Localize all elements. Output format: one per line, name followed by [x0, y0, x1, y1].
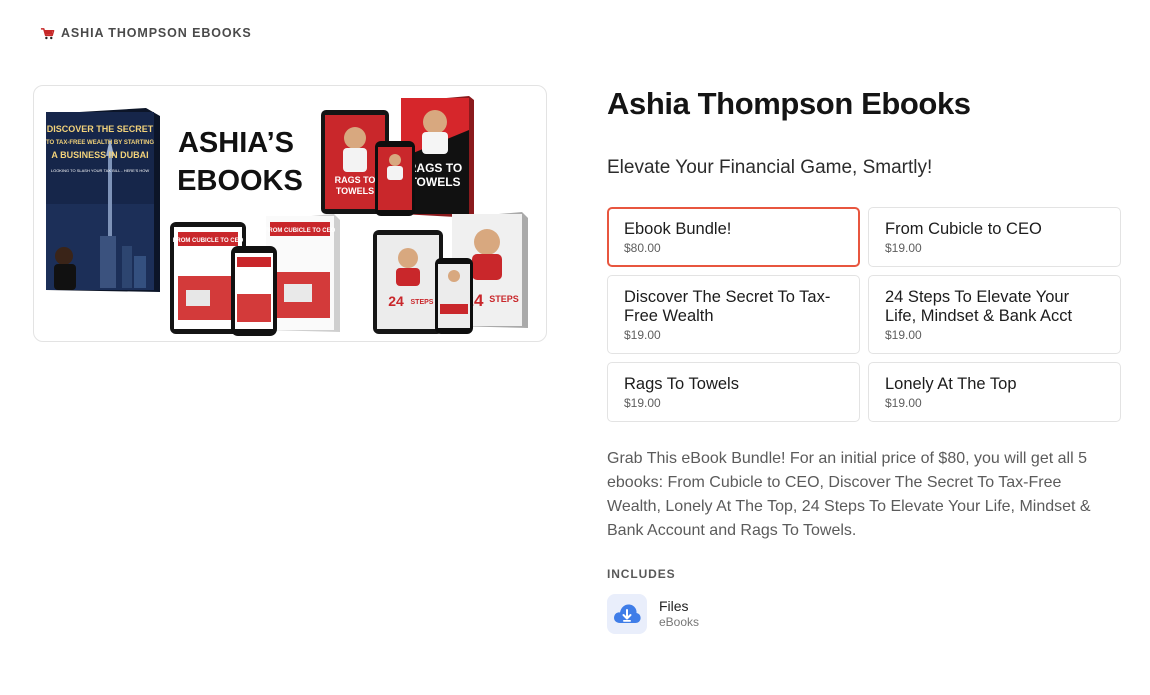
variant-option-24-steps[interactable]: 24 Steps To Elevate Your Life, Mindset &… — [868, 275, 1121, 354]
variant-option-from-cubicle-to-ceo[interactable]: From Cubicle to CEO $19.00 — [868, 207, 1121, 267]
rags-title-b1: RAGS TO — [408, 161, 462, 175]
variant-price: $19.00 — [624, 328, 661, 342]
variant-price: $19.00 — [885, 396, 922, 410]
product-description: Grab This eBook Bundle! For an initial p… — [607, 450, 1091, 539]
book-dubai: DISCOVER THE SECRET TO TAX-FREE WEALTH B… — [46, 108, 160, 292]
book-24-steps: 24 STEPS 24 STEPS — [373, 212, 528, 334]
variant-price: $19.00 — [624, 396, 661, 410]
variant-options: Ebook Bundle! $80.00 From Cubicle to CEO… — [607, 207, 1121, 422]
store-name: ASHIA THOMPSON EBOOKS — [61, 26, 252, 40]
variant-price: $80.00 — [624, 241, 661, 255]
product-subtitle: Elevate Your Financial Game, Smartly! — [607, 157, 933, 178]
variant-option-lonely-at-the-top[interactable]: Lonely At The Top $19.00 — [868, 362, 1121, 422]
book-from-cubicle-to-ceo: FROM CUBICLE TO CEO FROM CUBICLE TO CEO — [170, 214, 340, 336]
variant-name: Ebook Bundle! — [624, 220, 732, 238]
included-item-name: Files — [659, 598, 689, 614]
cover-heading-2: EBOOKS — [177, 165, 303, 197]
variant-name: From Cubicle to CEO — [885, 220, 1042, 238]
rags-title-a2: TOWELS — [336, 186, 374, 196]
rags-title-b2: TOWELS — [409, 175, 460, 189]
store-header[interactable]: ASHIA THOMPSON EBOOKS — [40, 24, 252, 42]
variant-option-discover-the-secret[interactable]: Discover The Secret To Tax-Free Wealth $… — [607, 275, 860, 354]
cloud-download-icon — [607, 594, 647, 634]
steps-word-b: STEPS — [489, 294, 519, 304]
variant-name: Discover The Secret To Tax-Free Wealth — [624, 288, 831, 325]
variant-name: Rags To Towels — [624, 375, 739, 393]
cubicle-title-b: FROM CUBICLE TO CEO — [265, 228, 336, 234]
shopping-cart-icon — [40, 27, 55, 39]
cubicle-title-a: FROM CUBICLE TO CEO — [173, 238, 244, 244]
dubai-tagline: LOOKING TO SLASH YOUR TAX BILL - HERE'S … — [51, 168, 149, 173]
book-rags-to-towels: RAGS TO TOWELS RAGS TO TOWELS — [321, 96, 474, 218]
variant-option-rags-to-towels[interactable]: Rags To Towels $19.00 — [607, 362, 860, 422]
variant-option-ebook-bundle[interactable]: Ebook Bundle! $80.00 — [607, 207, 860, 267]
variant-price: $19.00 — [885, 241, 922, 255]
variant-price: $19.00 — [885, 328, 922, 342]
rags-title-a1: RAGS TO — [335, 175, 376, 185]
included-item-files: Files eBooks — [607, 594, 699, 634]
steps-word-a: STEPS — [411, 299, 434, 306]
included-item-type: eBooks — [659, 615, 700, 629]
includes-heading: INCLUDES — [607, 567, 676, 581]
cover-heading-1: ASHIA’S — [178, 127, 294, 159]
dubai-title-1: DISCOVER THE SECRET — [47, 124, 154, 134]
dubai-title-2: TO TAX-FREE WEALTH BY STARTING — [46, 140, 154, 146]
dubai-title-3: A BUSINESS IN DUBAI — [51, 150, 148, 160]
steps-number-a: 24 — [388, 293, 404, 309]
variant-name: 24 Steps To Elevate Your Life, Mindset &… — [885, 288, 1073, 325]
product-title: Ashia Thompson Ebooks — [607, 86, 971, 121]
variant-name: Lonely At The Top — [885, 375, 1017, 393]
product-cover-image: DISCOVER THE SECRET TO TAX-FREE WEALTH B… — [33, 85, 547, 342]
